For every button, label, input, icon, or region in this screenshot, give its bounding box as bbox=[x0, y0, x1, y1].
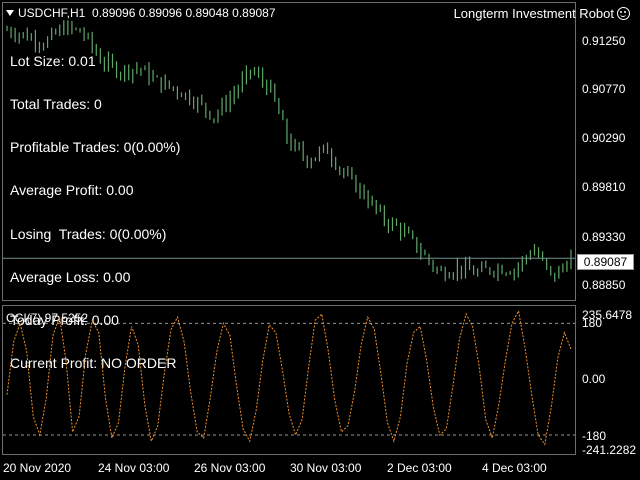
price-tick-label: 0.88850 bbox=[582, 278, 626, 292]
dropdown-triangle-icon[interactable] bbox=[6, 10, 14, 16]
cci-tick-label: -241.2282 bbox=[582, 443, 637, 457]
stat-profitable-trades: Profitable Trades: 0(0.00%) bbox=[10, 139, 181, 156]
current-price-marker: 0.89087 bbox=[577, 254, 634, 270]
chart-header: USDCHF,H1 0.89096 0.89096 0.89048 0.8908… bbox=[6, 6, 276, 20]
time-tick-label: 20 Nov 2020 bbox=[3, 461, 72, 475]
symbol-label: USDCHF,H1 bbox=[18, 6, 86, 20]
cci-tick-label: -180 bbox=[582, 429, 607, 443]
time-tick-label: 26 Nov 03:00 bbox=[194, 461, 266, 475]
time-tick-label: 4 Dec 03:00 bbox=[482, 461, 547, 475]
cci-chart bbox=[3, 309, 575, 446]
stat-average-profit: Average Profit: 0.00 bbox=[10, 182, 134, 199]
robot-title: Longterm Investment Robot bbox=[454, 6, 630, 21]
time-tick-label: 2 Dec 03:00 bbox=[387, 461, 452, 475]
price-tick-label: 0.89330 bbox=[582, 230, 626, 244]
cci-line bbox=[6, 309, 572, 446]
time-tick-label: 30 Nov 03:00 bbox=[290, 461, 362, 475]
price-tick-label: 0.90290 bbox=[582, 131, 626, 145]
cci-tick-label: 180 bbox=[582, 316, 603, 330]
time-tick-label: 24 Nov 03:00 bbox=[98, 461, 170, 475]
cci-indicator-panel[interactable] bbox=[2, 305, 576, 455]
cci-tick-label: 0.00 bbox=[582, 372, 606, 386]
stat-total-trades: Total Trades: 0 bbox=[10, 96, 102, 113]
cci-label: CCI(7) 97.5252 bbox=[6, 311, 89, 325]
stat-lot-size: Lot Size: 0.01 bbox=[10, 52, 96, 69]
price-tick-label: 0.90770 bbox=[582, 82, 626, 96]
stat-losing-trades: Losing Trades: 0(0.00%) bbox=[10, 225, 167, 242]
ohlc-label: 0.89096 0.89096 0.89048 0.89087 bbox=[92, 6, 276, 20]
robot-title-text: Longterm Investment Robot bbox=[453, 6, 614, 21]
smiley-icon[interactable] bbox=[617, 7, 630, 20]
price-tick-label: 0.89810 bbox=[582, 180, 626, 194]
stat-average-loss: Average Loss: 0.00 bbox=[10, 268, 131, 285]
price-tick-label: 0.91250 bbox=[582, 34, 626, 48]
